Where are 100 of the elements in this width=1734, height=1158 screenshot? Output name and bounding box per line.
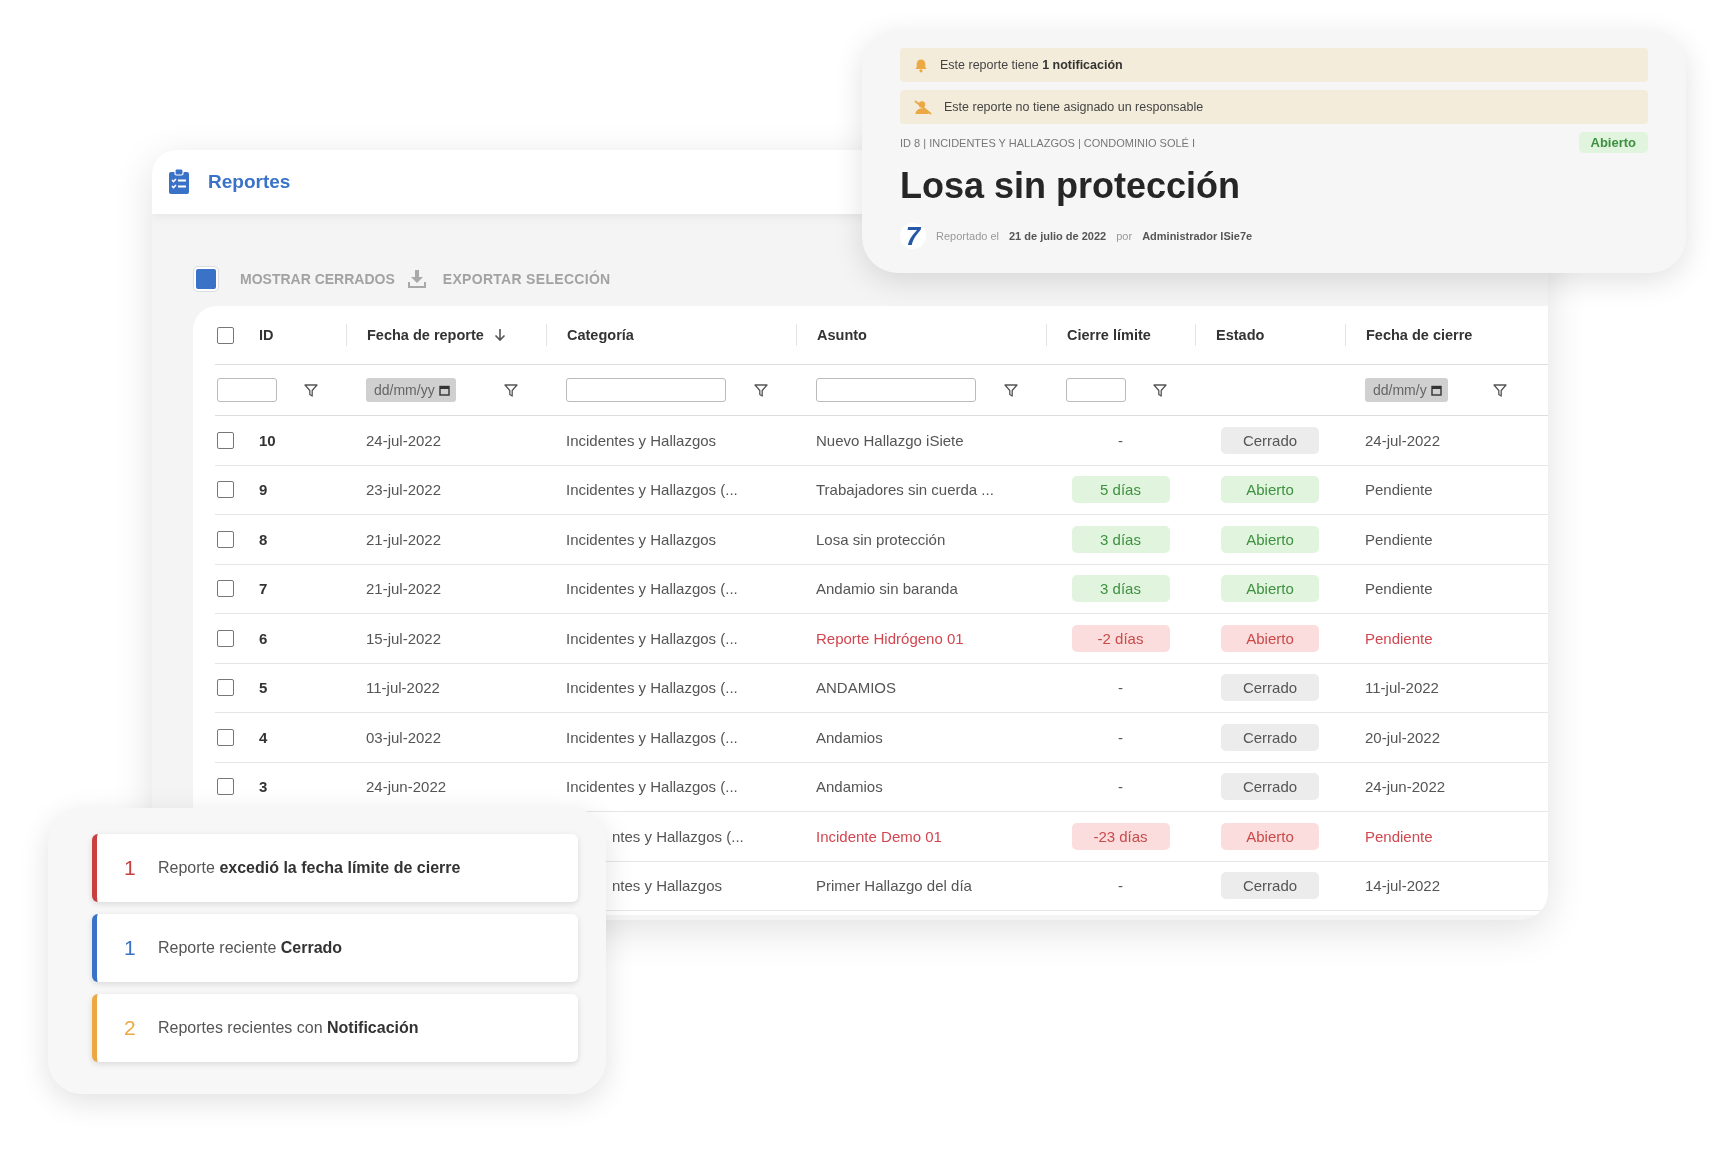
table-cell: - (1118, 728, 1123, 746)
row-checkbox[interactable] (217, 431, 234, 449)
table-cell: - (1118, 778, 1123, 796)
table-cell: 03-jul-2022 (366, 728, 442, 746)
table-cell: Incidentes y Hallazgos (... (566, 679, 738, 697)
report-title: Losa sin protección (900, 165, 1242, 207)
table-cell: 20-jul-2022 (1365, 728, 1441, 746)
summary-text: Reportes recientes con Notificación (158, 1019, 419, 1037)
author-name: Administrador ISie7e (1142, 230, 1253, 242)
status-badge: Cerrado (1221, 773, 1319, 801)
table-cell: - (1118, 877, 1123, 895)
table-cell: 23-jul-2022 (366, 481, 442, 499)
table-cell: 10 (259, 431, 276, 449)
table-cell: Andamios (816, 778, 883, 796)
date-field[interactable]: dd/mm/yy (366, 378, 456, 402)
status-badge: Cerrado (1221, 426, 1319, 454)
column-header[interactable]: Cierre límite (1067, 327, 1151, 343)
row-checkbox[interactable] (217, 679, 234, 697)
status-badge: Cerrado (1221, 674, 1319, 702)
status-badge: Abierto (1221, 476, 1319, 504)
summary-count: 1 (124, 856, 137, 880)
table-cell: 21-jul-2022 (366, 530, 442, 548)
deadline-badge: -23 días (1071, 822, 1170, 850)
row-checkbox[interactable] (217, 778, 234, 796)
table-cell: 5 (259, 679, 268, 697)
table-cell: 24-jul-2022 (1365, 431, 1441, 449)
status-badge: Abierto (1221, 624, 1319, 652)
summary-item[interactable]: 2 Reportes recientes con Notificación (92, 994, 578, 1062)
status-badge: Abierto (1578, 132, 1648, 153)
summary-item[interactable]: 1 Reporte reciente Cerrado (92, 914, 578, 982)
row-checkbox[interactable] (217, 530, 234, 548)
by-label: por (1116, 230, 1133, 242)
summary-text: Reporte reciente Cerrado (158, 939, 343, 957)
date-field[interactable]: dd/mm/y (1365, 378, 1448, 402)
table-cell: Andamio sin baranda (816, 580, 958, 598)
filter-field[interactable] (217, 378, 277, 402)
deadline-badge: 5 días (1071, 476, 1170, 504)
status-badge: Abierto (1221, 575, 1319, 603)
table-cell: Primer Hallazgo del día (816, 877, 972, 895)
reported-date: 21 de julio de 2022 (1009, 230, 1107, 242)
table-cell: - (1118, 679, 1123, 697)
column-header[interactable]: ID (259, 327, 274, 343)
table-cell: 24-jul-2022 (366, 431, 442, 449)
filter-icon[interactable] (304, 383, 318, 397)
filter-icon[interactable] (1004, 383, 1018, 397)
table-cell: Incidentes y Hallazgos (... (566, 580, 738, 598)
row-checkbox[interactable] (217, 481, 234, 499)
calendar-icon[interactable] (1430, 384, 1442, 396)
filter-icon[interactable] (1153, 383, 1167, 397)
table-cell: Incidentes y Hallazgos (... (566, 629, 738, 647)
clipboard-icon (168, 169, 190, 195)
column-header[interactable]: Asunto (817, 327, 867, 343)
status-badge: Abierto (1221, 822, 1319, 850)
column-header[interactable]: Fecha de cierre (1366, 327, 1473, 343)
table-cell: ANDAMIOS (816, 679, 896, 697)
select-all-checkbox[interactable] (217, 326, 234, 344)
table-cell: Pendiente (1365, 827, 1433, 845)
filter-field[interactable] (1066, 378, 1126, 402)
summary-count: 1 (124, 936, 137, 960)
table-cell: 9 (259, 481, 268, 499)
table-cell: Incidentes y Hallazgos (... (566, 778, 738, 796)
table-cell: Pendiente (1365, 580, 1433, 598)
filter-icon[interactable] (504, 383, 518, 397)
filter-field[interactable] (566, 378, 726, 402)
table-cell: - (1118, 431, 1123, 449)
column-header[interactable]: Categoría (567, 327, 634, 343)
summary-item[interactable]: 1 Reporte excedió la fecha límite de cierre (92, 834, 578, 902)
download-icon (406, 269, 427, 289)
table-cell: 6 (259, 629, 268, 647)
deadline-badge: 3 días (1071, 575, 1170, 603)
column-header[interactable]: Estado (1216, 327, 1265, 343)
table-cell: Pendiente (1365, 530, 1433, 548)
row-checkbox[interactable] (217, 580, 234, 598)
filter-icon[interactable] (1493, 383, 1507, 397)
table-cell: 24-jun-2022 (366, 778, 447, 796)
table-cell: Incidentes y Hallazgos (566, 431, 717, 449)
summary-count: 2 (124, 1016, 137, 1040)
table-cell: 15-jul-2022 (366, 629, 442, 647)
filter-field[interactable] (816, 378, 976, 402)
table-cell: Reporte Hidrógeno 01 (816, 629, 964, 647)
table-cell: 24-jun-2022 (1365, 778, 1446, 796)
row-checkbox[interactable] (217, 728, 234, 746)
table-cell: ntes y Hallazgos (612, 877, 723, 895)
table-cell: Pendiente (1365, 481, 1433, 499)
table-cell: Pendiente (1365, 629, 1433, 647)
table-cell: Losa sin protección (816, 530, 946, 548)
show-closed-label: MOSTRAR CERRADOS (240, 271, 395, 287)
table-cell: 3 (259, 778, 268, 796)
arrow-down-icon[interactable] (493, 328, 506, 342)
column-header[interactable]: Fecha de reporte (367, 327, 484, 343)
table-cell: 21-jul-2022 (366, 580, 442, 598)
table-cell: Incidente Demo 01 (816, 827, 942, 845)
row-checkbox[interactable] (217, 629, 234, 647)
table-cell: 11-jul-2022 (1365, 679, 1439, 697)
calendar-icon[interactable] (438, 384, 450, 396)
notice-text: Este reporte tiene 1 notificación (940, 58, 1123, 72)
filter-icon[interactable] (754, 383, 768, 397)
table-cell: ntes y Hallazgos (... (612, 827, 744, 845)
show-closed-checkbox[interactable] (194, 267, 218, 291)
table-cell: 7 (259, 580, 268, 598)
